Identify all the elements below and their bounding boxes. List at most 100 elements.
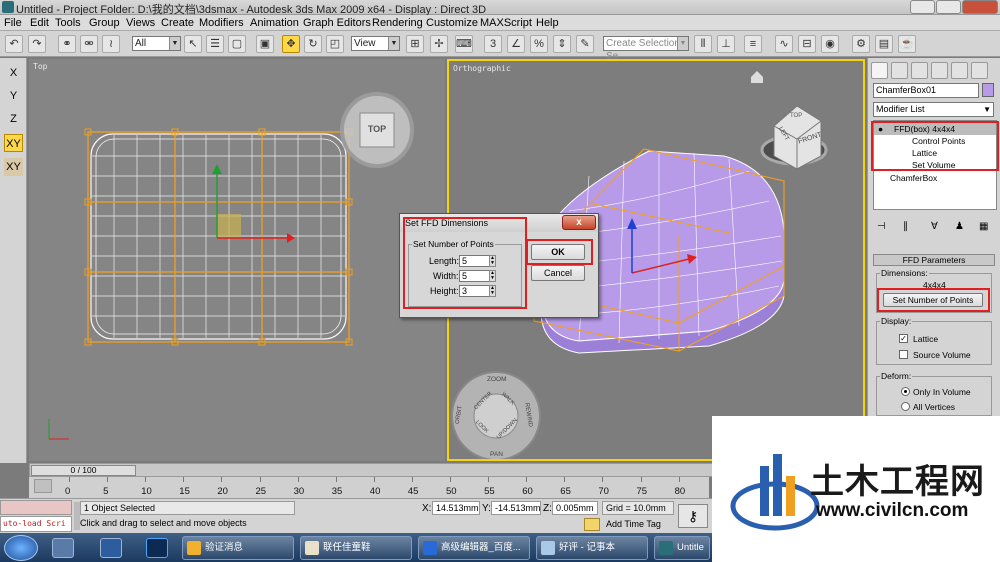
menu-modifiers[interactable]: Modifiers	[199, 17, 244, 29]
hierarchy-tab-icon[interactable]	[911, 62, 928, 79]
show-end-result-icon[interactable]: ∥	[903, 221, 908, 232]
bind-space-warp-icon[interactable]: ≀	[102, 35, 120, 53]
redo-icon[interactable]: ↷	[28, 35, 46, 53]
object-color-swatch[interactable]	[982, 83, 994, 97]
ref-coord-dropdown[interactable]: View ▼	[351, 36, 400, 51]
viewcube-labels[interactable]: TOP FRONT LEFT	[774, 113, 824, 161]
select-move-icon[interactable]: ✥	[282, 35, 300, 53]
menu-customize[interactable]: Customize	[426, 17, 478, 29]
task-verify-message[interactable]: 验证消息	[182, 536, 294, 560]
task-3dsmax[interactable]: Untitle	[654, 536, 710, 560]
display-tab-icon[interactable]	[951, 62, 968, 79]
axis-y-button[interactable]: Y	[4, 87, 23, 105]
select-object-icon[interactable]: ↖	[184, 35, 202, 53]
task-shoes[interactable]: 联任佳童鞋	[300, 536, 412, 560]
render-setup-icon[interactable]: ⚙	[852, 35, 870, 53]
undo-icon[interactable]: ↶	[5, 35, 23, 53]
minimize-button[interactable]	[910, 0, 935, 14]
track-bar[interactable]: 0 5 10 15 20 25 30 35 40 45 50 55 60 65 70 75 80	[29, 477, 709, 499]
ffd-parameters-rollout[interactable]: FFD Parameters	[873, 254, 995, 266]
time-tag-icon[interactable]	[584, 518, 600, 531]
menu-maxscript[interactable]: MAXScript	[480, 17, 532, 29]
source-volume-checkbox[interactable]	[899, 350, 908, 359]
explorer-quicklaunch-icon[interactable]	[52, 538, 74, 558]
material-editor-icon[interactable]: ◉	[821, 35, 839, 53]
pivot-center-icon[interactable]: ⊞	[406, 35, 424, 53]
menu-tools[interactable]: Tools	[55, 17, 81, 29]
layer-manager-icon[interactable]: ≡	[744, 35, 762, 53]
task-notepad[interactable]: 好评 - 记事本	[536, 536, 648, 560]
wheel-look[interactable]: LOOK	[474, 419, 489, 434]
configure-sets-icon[interactable]: ▦	[979, 221, 988, 232]
close-button[interactable]	[962, 0, 998, 14]
stack-item-chamferbox[interactable]: ChamferBox	[890, 173, 937, 183]
modify-tab-icon[interactable]	[891, 62, 908, 79]
rect-selection-icon[interactable]: ▢	[228, 35, 246, 53]
desktop-quicklaunch-icon[interactable]	[100, 538, 122, 558]
keyboard-shortcut-icon[interactable]: ⌨	[455, 35, 473, 53]
menu-help[interactable]: Help	[536, 17, 559, 29]
wheel-center[interactable]: CENTER	[473, 391, 493, 411]
wheel-updown[interactable]: UP/DOWN	[496, 417, 519, 440]
create-tab-icon[interactable]	[871, 62, 888, 79]
select-scale-icon[interactable]: ◰	[326, 35, 344, 53]
object-name-field[interactable]: ChamferBox01	[873, 83, 979, 98]
window-crossing-icon[interactable]: ▣	[256, 35, 274, 53]
photoshop-quicklaunch-icon[interactable]	[146, 538, 168, 558]
maxscript-listener-top[interactable]	[0, 500, 72, 515]
wheel-walk[interactable]: WALK	[500, 391, 515, 406]
quick-render-icon[interactable]: ☕	[898, 35, 916, 53]
motion-tab-icon[interactable]	[931, 62, 948, 79]
time-slider-thumb[interactable]: 0 / 100	[31, 465, 136, 476]
axis-x-button[interactable]: X	[4, 64, 23, 82]
link-icon[interactable]: ⚭	[58, 35, 76, 53]
remove-modifier-icon[interactable]: ♟	[955, 221, 964, 232]
wheel-rewind[interactable]: REWIND	[523, 402, 533, 427]
key-mode-icon[interactable]: ⚷	[678, 504, 708, 528]
axis-z-button[interactable]: Z	[4, 110, 23, 128]
z-coordinate-field[interactable]: 0.005mm	[552, 501, 598, 515]
start-button[interactable]	[4, 535, 38, 561]
all-vertices-radio[interactable]	[901, 402, 910, 411]
y-coordinate-field[interactable]: -14.513mm	[491, 501, 541, 515]
unlink-icon[interactable]: ⚮	[80, 35, 98, 53]
menu-graph-editors[interactable]: Graph Editors	[303, 17, 371, 29]
modifier-list-dropdown[interactable]: Modifier List ▼	[873, 102, 994, 117]
menu-animation[interactable]: Animation	[250, 17, 299, 29]
make-unique-icon[interactable]: ∀	[931, 221, 938, 232]
selection-filter-dropdown[interactable]: All ▼	[132, 36, 181, 51]
edit-named-selection-icon[interactable]: ✎	[576, 35, 594, 53]
maximize-button[interactable]	[936, 0, 961, 14]
menu-views[interactable]: Views	[126, 17, 155, 29]
menu-group[interactable]: Group	[89, 17, 120, 29]
axis-xy-button[interactable]: XY	[4, 134, 23, 152]
maxscript-mini-listener[interactable]: uto-load Scri	[0, 516, 72, 532]
snap-toggle-icon[interactable]: 3	[484, 35, 502, 53]
schematic-view-icon[interactable]: ⊟	[798, 35, 816, 53]
x-coordinate-field[interactable]: 14.513mm	[432, 501, 480, 515]
pin-stack-icon[interactable]: ⊣	[877, 221, 886, 232]
menu-edit[interactable]: Edit	[30, 17, 49, 29]
axis-xy-flyout-button[interactable]: XY	[4, 158, 23, 176]
wheel-orbit[interactable]: ORBIT	[455, 405, 464, 424]
task-baidu-editor[interactable]: 高级编辑器_百度...	[418, 536, 530, 560]
viewcube-top-label[interactable]: TOP	[365, 124, 389, 134]
menu-file[interactable]: File	[4, 17, 22, 29]
lattice-checkbox[interactable]: ✓	[899, 334, 908, 343]
align-icon[interactable]: ⊥	[717, 35, 735, 53]
spinner-snap-icon[interactable]: ⇕	[553, 35, 571, 53]
mirror-icon[interactable]: ⫴	[694, 35, 712, 53]
menu-rendering[interactable]: Rendering	[372, 17, 423, 29]
add-time-tag[interactable]: Add Time Tag	[606, 519, 661, 529]
select-by-name-icon[interactable]: ☰	[206, 35, 224, 53]
percent-snap-icon[interactable]: %	[530, 35, 548, 53]
wheel-zoom[interactable]: ZOOM	[487, 376, 507, 383]
menu-create[interactable]: Create	[161, 17, 194, 29]
select-rotate-icon[interactable]: ↻	[304, 35, 322, 53]
viewport-top[interactable]: Top TOP	[29, 59, 445, 461]
dialog-cancel-button[interactable]: Cancel	[531, 265, 585, 281]
angle-snap-icon[interactable]: ∠	[507, 35, 525, 53]
dialog-close-button[interactable]: x	[562, 215, 596, 230]
steering-wheel-labels[interactable]: ZOOM ORBIT CENTER WALK REWIND LOOK UP/DO…	[452, 372, 542, 462]
selection-set-dropdown[interactable]: Create Selection Se ▼	[603, 36, 689, 62]
